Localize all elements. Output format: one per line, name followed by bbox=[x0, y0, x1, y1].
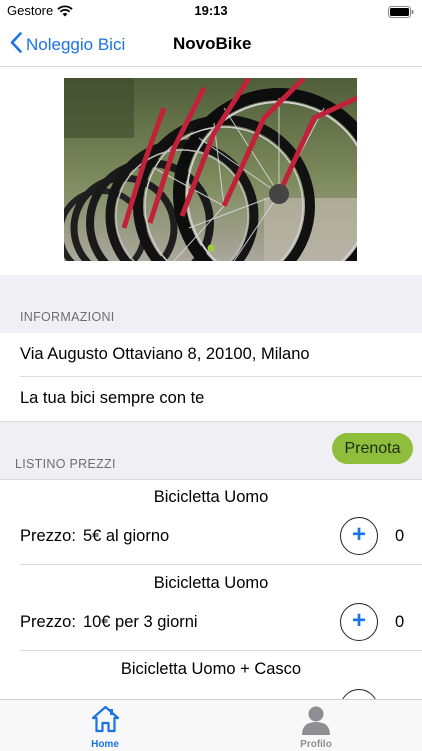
battery-icon bbox=[388, 5, 414, 23]
hero-image bbox=[64, 78, 357, 261]
item-divider bbox=[20, 564, 422, 565]
item-title: Bicicletta Uomo bbox=[153, 488, 269, 506]
tab-profile[interactable]: Profilo bbox=[276, 702, 356, 750]
back-button[interactable]: Noleggio Bici bbox=[10, 32, 125, 58]
back-button-label: Noleggio Bici bbox=[26, 35, 126, 54]
add-item-button[interactable]: + bbox=[340, 517, 378, 555]
address-text: Via Augusto Ottaviano 8, 20100, Milano bbox=[20, 345, 310, 363]
info-section-header bbox=[0, 275, 422, 334]
price-value: 10€ per 3 giorni bbox=[82, 613, 198, 631]
item-price: Prezzo: 10€ per 3 giorni bbox=[20, 613, 198, 632]
add-item-button[interactable]: + bbox=[340, 603, 378, 641]
item-title: Bicicletta Uomo + Casco bbox=[120, 660, 302, 678]
plus-icon: + bbox=[351, 521, 366, 548]
home-icon bbox=[91, 705, 120, 738]
chevron-left-icon bbox=[10, 32, 22, 58]
price-section-label: LISTINO PREZZI bbox=[15, 457, 116, 471]
price-label: Prezzo: bbox=[20, 527, 76, 545]
item-title: Bicicletta Uomo bbox=[153, 574, 269, 592]
info-section-label: INFORMAZIONI bbox=[20, 310, 115, 324]
navigation-bar: Noleggio Bici NovoBike bbox=[0, 22, 422, 67]
person-icon bbox=[301, 705, 331, 740]
address-row: Via Augusto Ottaviano 8, 20100, Milano bbox=[0, 333, 422, 377]
tagline-text: La tua bici sempre con te bbox=[20, 389, 205, 407]
plus-icon: + bbox=[351, 607, 366, 634]
page-title: NovoBike bbox=[173, 34, 252, 53]
tab-bar: Home Profilo bbox=[0, 699, 422, 751]
item-price: Prezzo: 5€ al giorno bbox=[20, 527, 169, 546]
clock: 19:13 bbox=[194, 3, 228, 18]
item-divider bbox=[20, 650, 422, 651]
item-quantity: 0 bbox=[395, 613, 405, 631]
tagline-row: La tua bici sempre con te bbox=[0, 377, 422, 421]
book-button[interactable]: Prenota bbox=[332, 433, 413, 464]
price-value: 5€ al giorno bbox=[82, 527, 170, 545]
tab-home[interactable]: Home bbox=[65, 702, 145, 750]
tab-home-label: Home bbox=[91, 739, 119, 750]
tab-profile-label: Profilo bbox=[300, 739, 332, 750]
price-label: Prezzo: bbox=[20, 613, 76, 631]
item-quantity: 0 bbox=[395, 527, 405, 545]
status-bar: Gestore 19:13 bbox=[0, 0, 422, 22]
